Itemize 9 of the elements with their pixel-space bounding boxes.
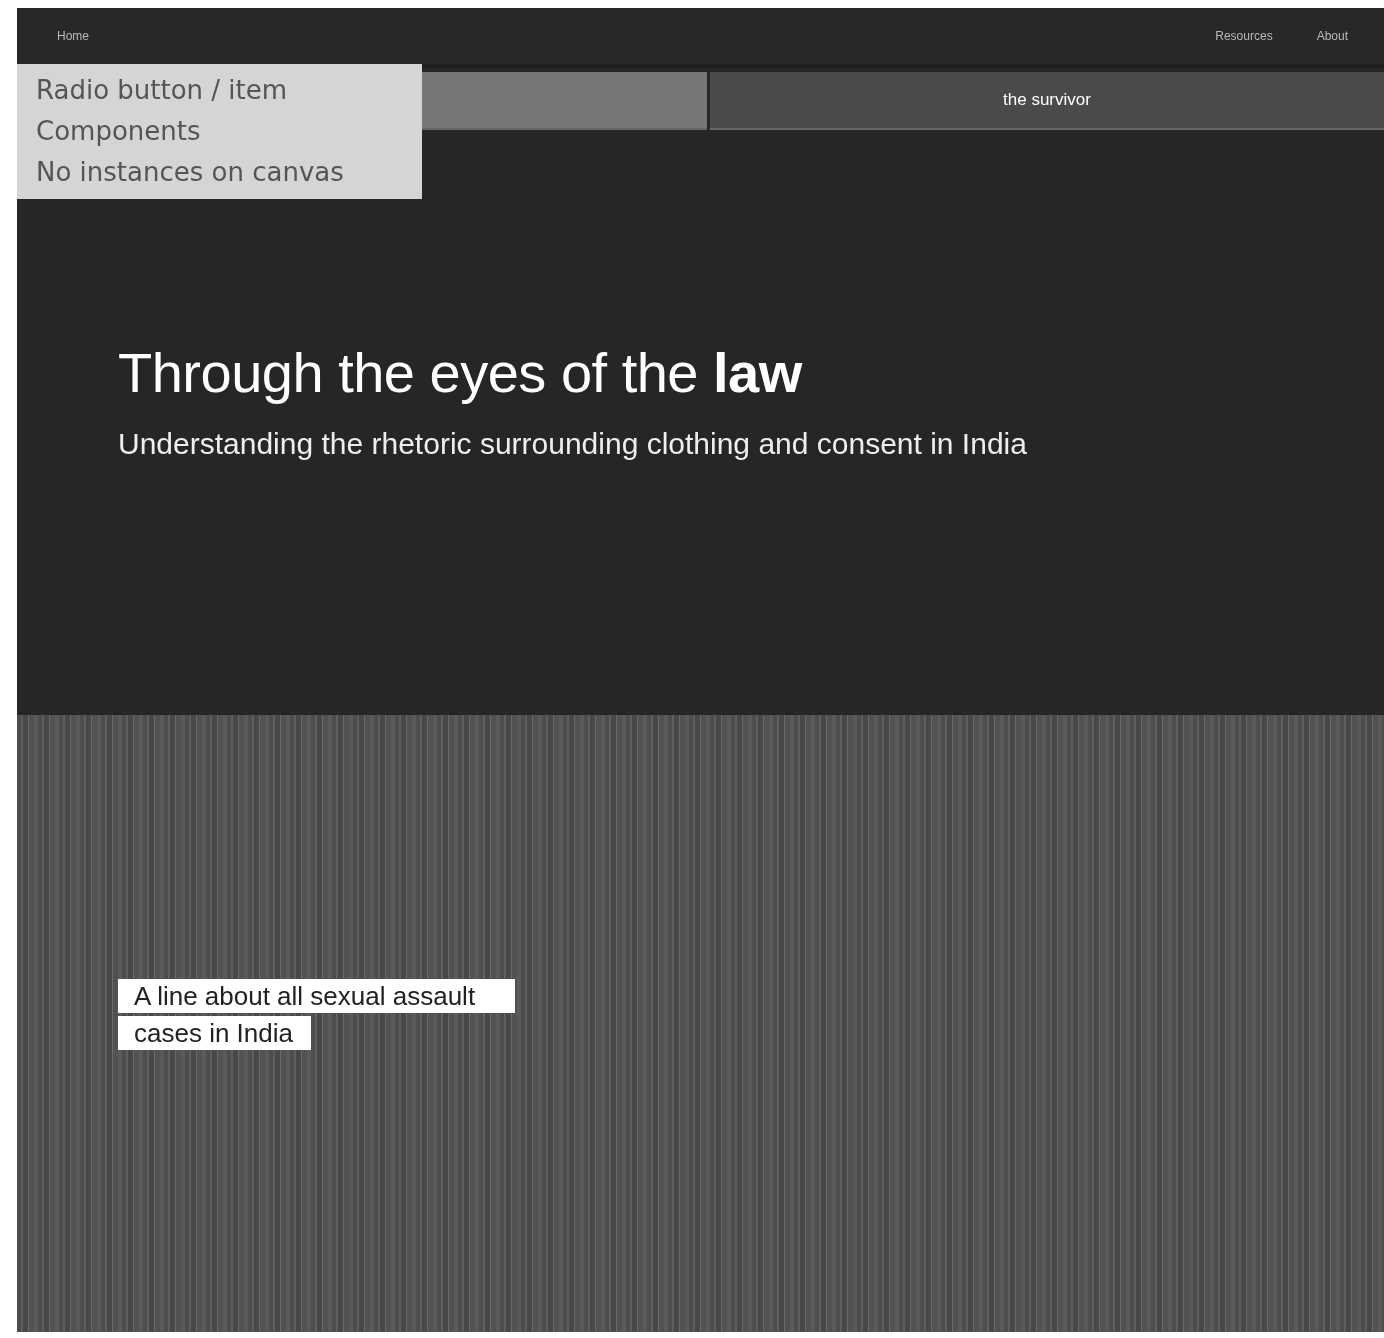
- tooltip-line: Radio button / item: [36, 74, 289, 107]
- hero-title: Through the eyes of the law: [118, 340, 804, 405]
- tooltip-line: Components: [36, 115, 202, 148]
- tooltip-line: No instances on canvas: [36, 156, 345, 189]
- nav-link[interactable]: Resources: [1215, 29, 1273, 43]
- nav-link[interactable]: About: [1316, 29, 1348, 43]
- hero-subtitle: Understanding the rhetoric surrounding clothing and consent in India: [118, 427, 1028, 461]
- tab[interactable]: the survivor: [710, 72, 1384, 130]
- nav-link[interactable]: Home: [57, 29, 89, 43]
